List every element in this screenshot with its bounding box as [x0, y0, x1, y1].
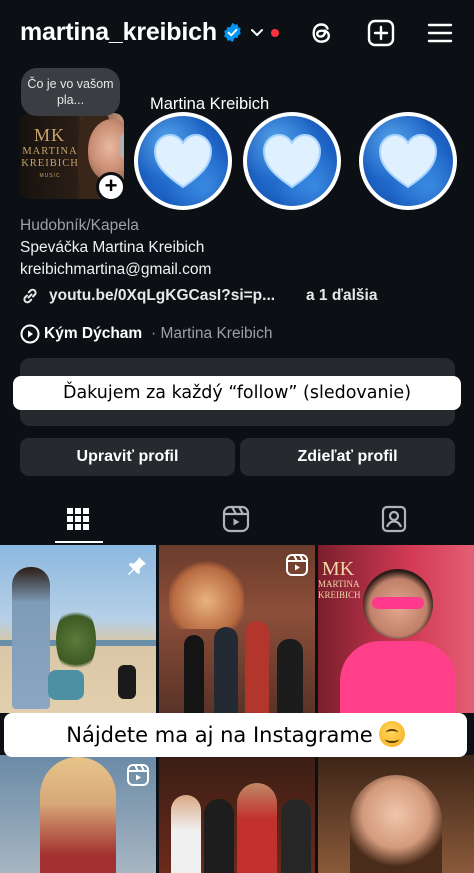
- post-thumbnail-6[interactable]: [318, 755, 474, 873]
- verified-badge-icon: [224, 22, 241, 43]
- share-profile-button[interactable]: Zdieľať profil: [240, 438, 455, 476]
- add-post-icon[interactable]: [366, 18, 396, 48]
- man-red-suit-shape: [237, 783, 277, 873]
- person-shape: [277, 639, 303, 713]
- bio-link[interactable]: youtu.be/0XqLgKGCasI?si=p...: [49, 287, 275, 305]
- overlay-caption-bottom: Nájdete ma aj na Instagrame: [4, 713, 467, 757]
- heart-icon: [378, 133, 438, 189]
- tagged-icon: [381, 505, 407, 533]
- post-thumbnail-1[interactable]: [0, 545, 156, 713]
- threads-icon[interactable]: [307, 18, 337, 48]
- note-bubble[interactable]: Čo je vo vašom pla...: [21, 68, 120, 116]
- person-shape: [184, 635, 204, 713]
- play-icon: [20, 324, 40, 344]
- heart-icon: [262, 133, 322, 189]
- pin-icon: [128, 557, 146, 575]
- tab-posts-grid[interactable]: [0, 498, 158, 544]
- song-artist: · Martina Kreibich: [151, 325, 273, 342]
- chevron-down-icon[interactable]: [250, 27, 264, 39]
- person-red-suit-shape: [245, 621, 269, 713]
- story-highlight-1[interactable]: [134, 112, 232, 210]
- notification-dot: [271, 29, 279, 37]
- smiling-face-emoji-icon: [378, 721, 405, 747]
- tab-reels[interactable]: [158, 498, 316, 544]
- avatar-logo: MK: [34, 125, 66, 145]
- edit-profile-button[interactable]: Upraviť profil: [20, 438, 235, 476]
- active-tab-indicator: [55, 541, 103, 543]
- pink-sunglasses-shape: [372, 597, 424, 609]
- profile-category: Hudobník/Kapela: [20, 217, 139, 234]
- story-highlight-3[interactable]: [359, 112, 457, 210]
- person-shape: [171, 795, 201, 873]
- heart-icon: [153, 133, 213, 189]
- bio-link-more[interactable]: a 1 ďalšia: [306, 287, 377, 305]
- posts-grid: MK MARTINA KREIBICH: [0, 545, 474, 873]
- grid-icon: [67, 508, 89, 530]
- tab-tagged[interactable]: [316, 498, 474, 544]
- menu-icon[interactable]: [425, 18, 455, 48]
- reel-icon: [286, 554, 308, 576]
- boat-shape: [48, 670, 84, 700]
- top-bar: martina_kreibich: [0, 0, 474, 66]
- avatar-logo-music: MUSIC: [39, 173, 61, 179]
- woman-figure-shape: [40, 757, 116, 873]
- overlay-caption-bottom-text: Nájdete ma aj na Instagrame: [66, 723, 373, 747]
- add-story-plus-icon[interactable]: +: [96, 172, 126, 202]
- person-shape: [214, 627, 238, 713]
- avatar-logo-text: MARTINA KREIBICH: [21, 146, 79, 169]
- bio-email[interactable]: kreibichmartina@gmail.com: [20, 261, 211, 279]
- woman-face-shape: [350, 775, 442, 873]
- reel-icon: [127, 764, 149, 786]
- arched-window-shape: [169, 559, 244, 629]
- mk-watermark: MK MARTINA KREIBICH: [318, 558, 361, 600]
- overlay-caption-top: Ďakujem za každý “follow” (sledovanie): [13, 376, 461, 410]
- pink-jacket-shape: [340, 641, 456, 713]
- camera-tripod-shape: [118, 665, 136, 699]
- link-icon: [23, 288, 37, 304]
- song-title: Kým Dýcham: [44, 325, 143, 342]
- woman-figure-shape: [12, 567, 50, 709]
- post-thumbnail-4[interactable]: [0, 755, 156, 873]
- profile-display-name: Martina Kreibich: [150, 95, 270, 113]
- microphone-shape: [120, 133, 124, 159]
- person-shape: [204, 799, 234, 873]
- palm-shape: [56, 605, 96, 675]
- post-thumbnail-5[interactable]: [159, 755, 315, 873]
- bio-line: Speváčka Martina Kreibich: [20, 239, 205, 256]
- reels-icon: [222, 505, 250, 533]
- story-highlight-2[interactable]: [243, 112, 341, 210]
- username-switcher[interactable]: martina_kreibich: [20, 18, 217, 47]
- post-thumbnail-2[interactable]: [159, 545, 315, 713]
- post-thumbnail-3[interactable]: MK MARTINA KREIBICH: [318, 545, 474, 713]
- person-shape: [281, 799, 311, 873]
